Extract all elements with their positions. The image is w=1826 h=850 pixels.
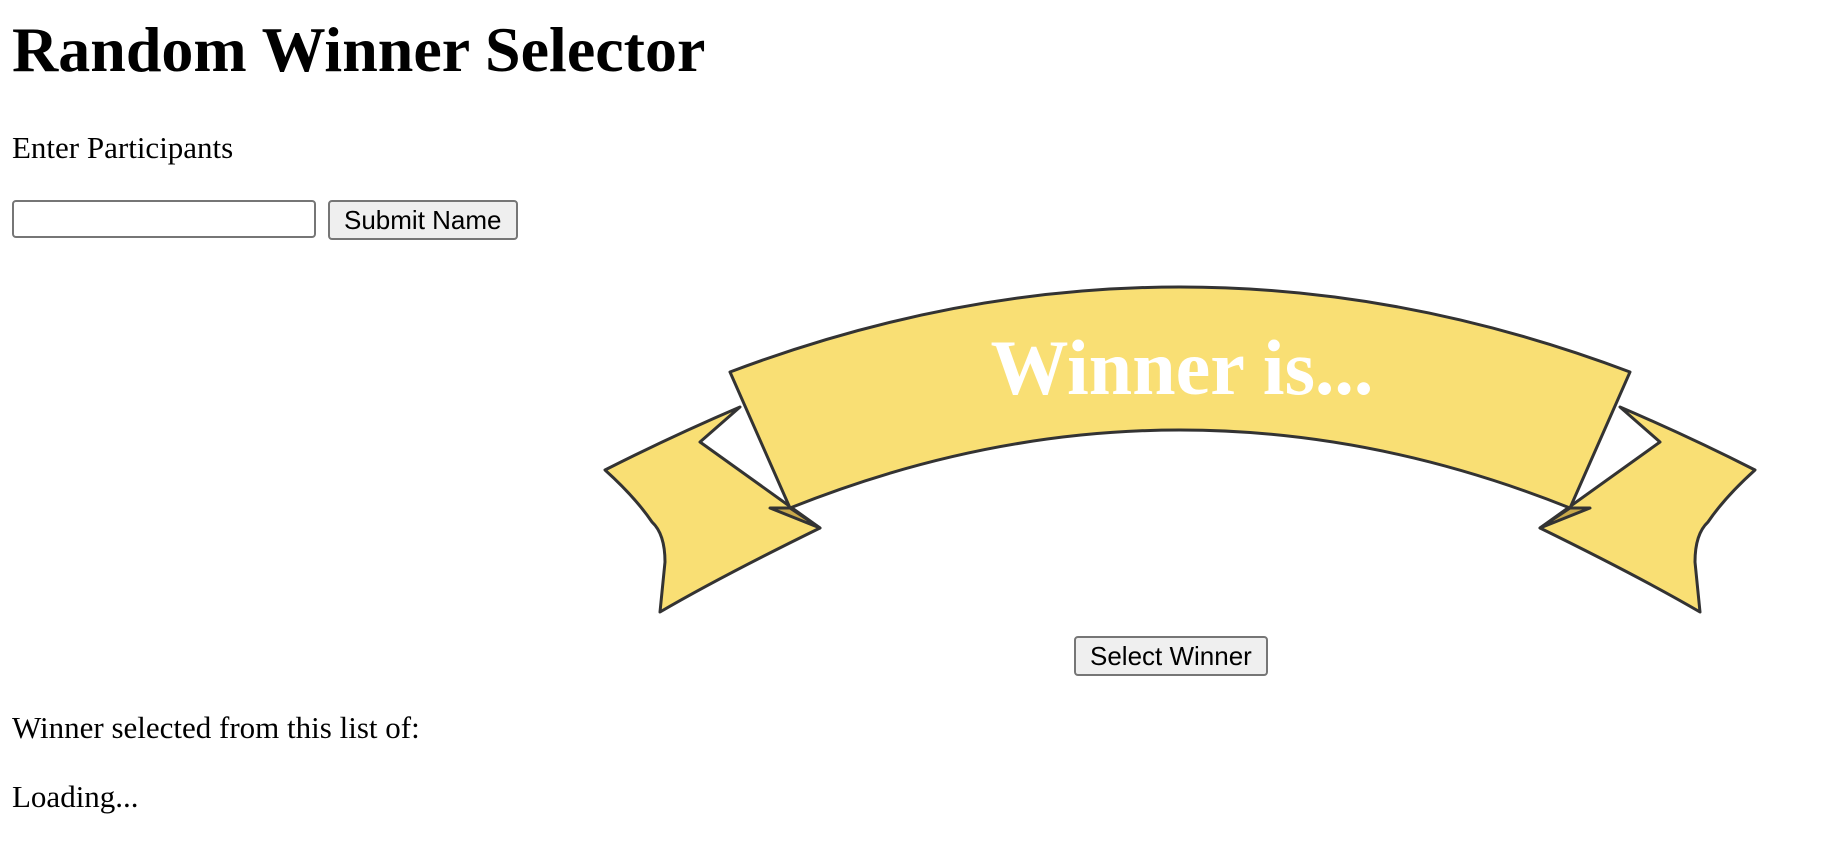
- page-title: Random Winner Selector: [12, 14, 706, 85]
- winner-list-caption: Winner selected from this list of:: [12, 710, 420, 745]
- participants-label: Enter Participants: [12, 130, 234, 165]
- loading-status: Loading...: [12, 779, 139, 814]
- participant-name-input[interactable]: [12, 200, 316, 238]
- page: Random Winner Selector Enter Participant…: [0, 0, 1826, 850]
- banner-text: Winner is...: [991, 324, 1374, 411]
- winner-banner: Winner is...: [603, 285, 1757, 614]
- submit-name-button[interactable]: Submit Name: [328, 200, 518, 240]
- select-winner-button[interactable]: Select Winner: [1074, 636, 1268, 676]
